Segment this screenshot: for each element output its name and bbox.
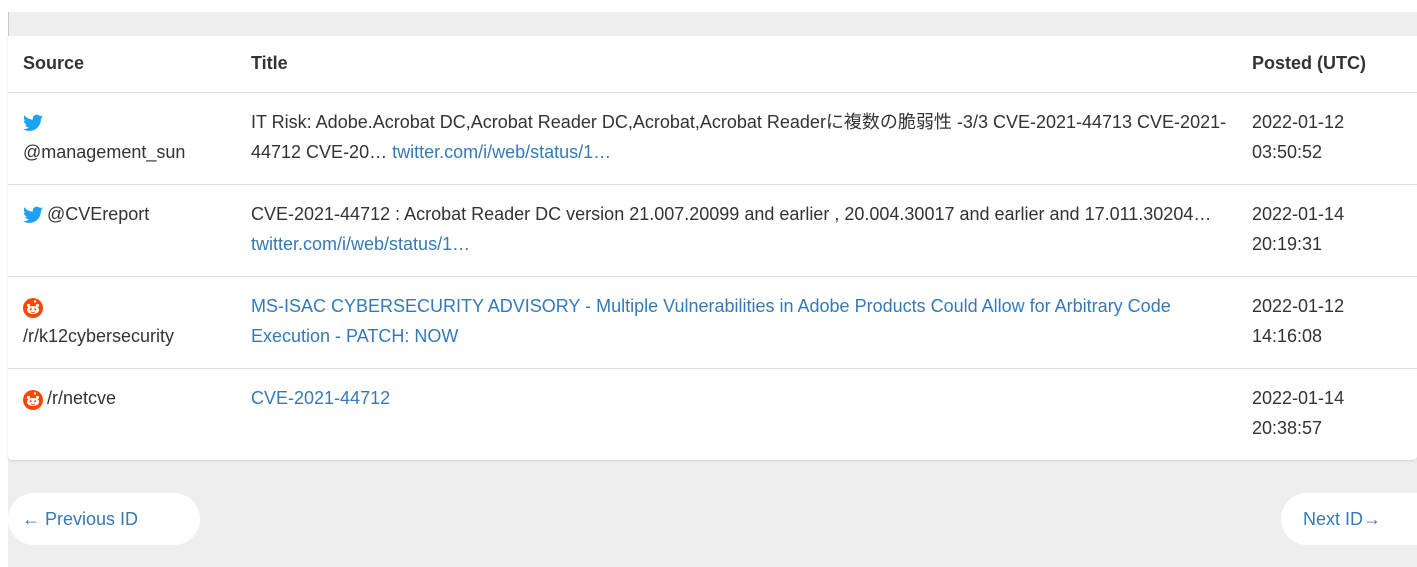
reddit-icon	[23, 291, 221, 321]
twitter-icon	[23, 107, 221, 137]
posted-time: 20:38:57	[1252, 417, 1323, 438]
posted-cell: 2022-01-14 20:38:57	[1237, 367, 1417, 462]
posted-date: 2022-01-12	[1252, 295, 1345, 316]
twitter-icon	[23, 199, 47, 229]
table-row: /r/k12cybersecurity MS-ISAC CYBERSECURIT…	[8, 275, 1417, 368]
posted-cell: 2022-01-12 14:16:08	[1237, 275, 1417, 368]
table-header-row: Source Title Posted (UTC)	[8, 36, 1417, 92]
header-posted: Posted (UTC)	[1252, 53, 1366, 74]
mentions-table-card: Source Title Posted (UTC) @management_su…	[8, 36, 1417, 462]
source-subreddit[interactable]: /r/netcve	[47, 383, 116, 413]
source-handle[interactable]: @management_sun	[23, 142, 185, 162]
title-link[interactable]: MS-ISAC CYBERSECURITY ADVISORY - Multipl…	[251, 296, 1171, 346]
mentions-table: Source Title Posted (UTC) @management_su…	[8, 36, 1417, 462]
header-source: Source	[23, 53, 85, 74]
posted-date: 2022-01-14	[1252, 387, 1345, 408]
title-text: CVE-2021-44712 : Acrobat Reader DC versi…	[251, 203, 1212, 224]
title-link[interactable]: twitter.com/i/web/status/1…	[251, 234, 470, 254]
source-handle[interactable]: @CVEreport	[47, 199, 149, 229]
posted-date: 2022-01-12	[1252, 111, 1345, 132]
title-cell: CVE-2021-44712	[236, 367, 1237, 462]
next-id-button[interactable]: Next ID→	[1281, 493, 1417, 545]
source-cell: @management_sun	[8, 91, 236, 184]
header-title: Title	[251, 53, 288, 74]
page-background: Source Title Posted (UTC) @management_su…	[8, 12, 1417, 567]
source-cell: /r/netcve	[8, 367, 236, 462]
table-row: @CVEreport CVE-2021-44712 : Acrobat Read…	[8, 183, 1417, 276]
title-cell: CVE-2021-44712 : Acrobat Reader DC versi…	[236, 183, 1237, 276]
title-link[interactable]: twitter.com/i/web/status/1…	[392, 142, 611, 162]
source-cell: /r/k12cybersecurity	[8, 275, 236, 368]
title-link[interactable]: CVE-2021-44712	[251, 388, 390, 408]
source-cell: @CVEreport	[8, 183, 236, 276]
posted-time: 20:19:31	[1252, 233, 1323, 254]
title-cell: IT Risk: Adobe.Acrobat DC,Acrobat Reader…	[236, 91, 1237, 184]
posted-cell: 2022-01-14 20:19:31	[1237, 183, 1417, 276]
posted-time: 14:16:08	[1252, 325, 1323, 346]
table-row: /r/netcve CVE-2021-44712 2022-01-14 20:3…	[8, 367, 1417, 462]
reddit-icon	[23, 383, 47, 413]
posted-date: 2022-01-14	[1252, 203, 1345, 224]
table-row: @management_sun IT Risk: Adobe.Acrobat D…	[8, 91, 1417, 184]
source-subreddit[interactable]: /r/k12cybersecurity	[23, 326, 174, 346]
posted-cell: 2022-01-12 03:50:52	[1237, 91, 1417, 184]
posted-time: 03:50:52	[1252, 141, 1323, 162]
previous-id-button[interactable]: ← Previous ID	[8, 493, 200, 545]
title-cell: MS-ISAC CYBERSECURITY ADVISORY - Multipl…	[236, 275, 1237, 368]
left-divider	[8, 12, 9, 36]
